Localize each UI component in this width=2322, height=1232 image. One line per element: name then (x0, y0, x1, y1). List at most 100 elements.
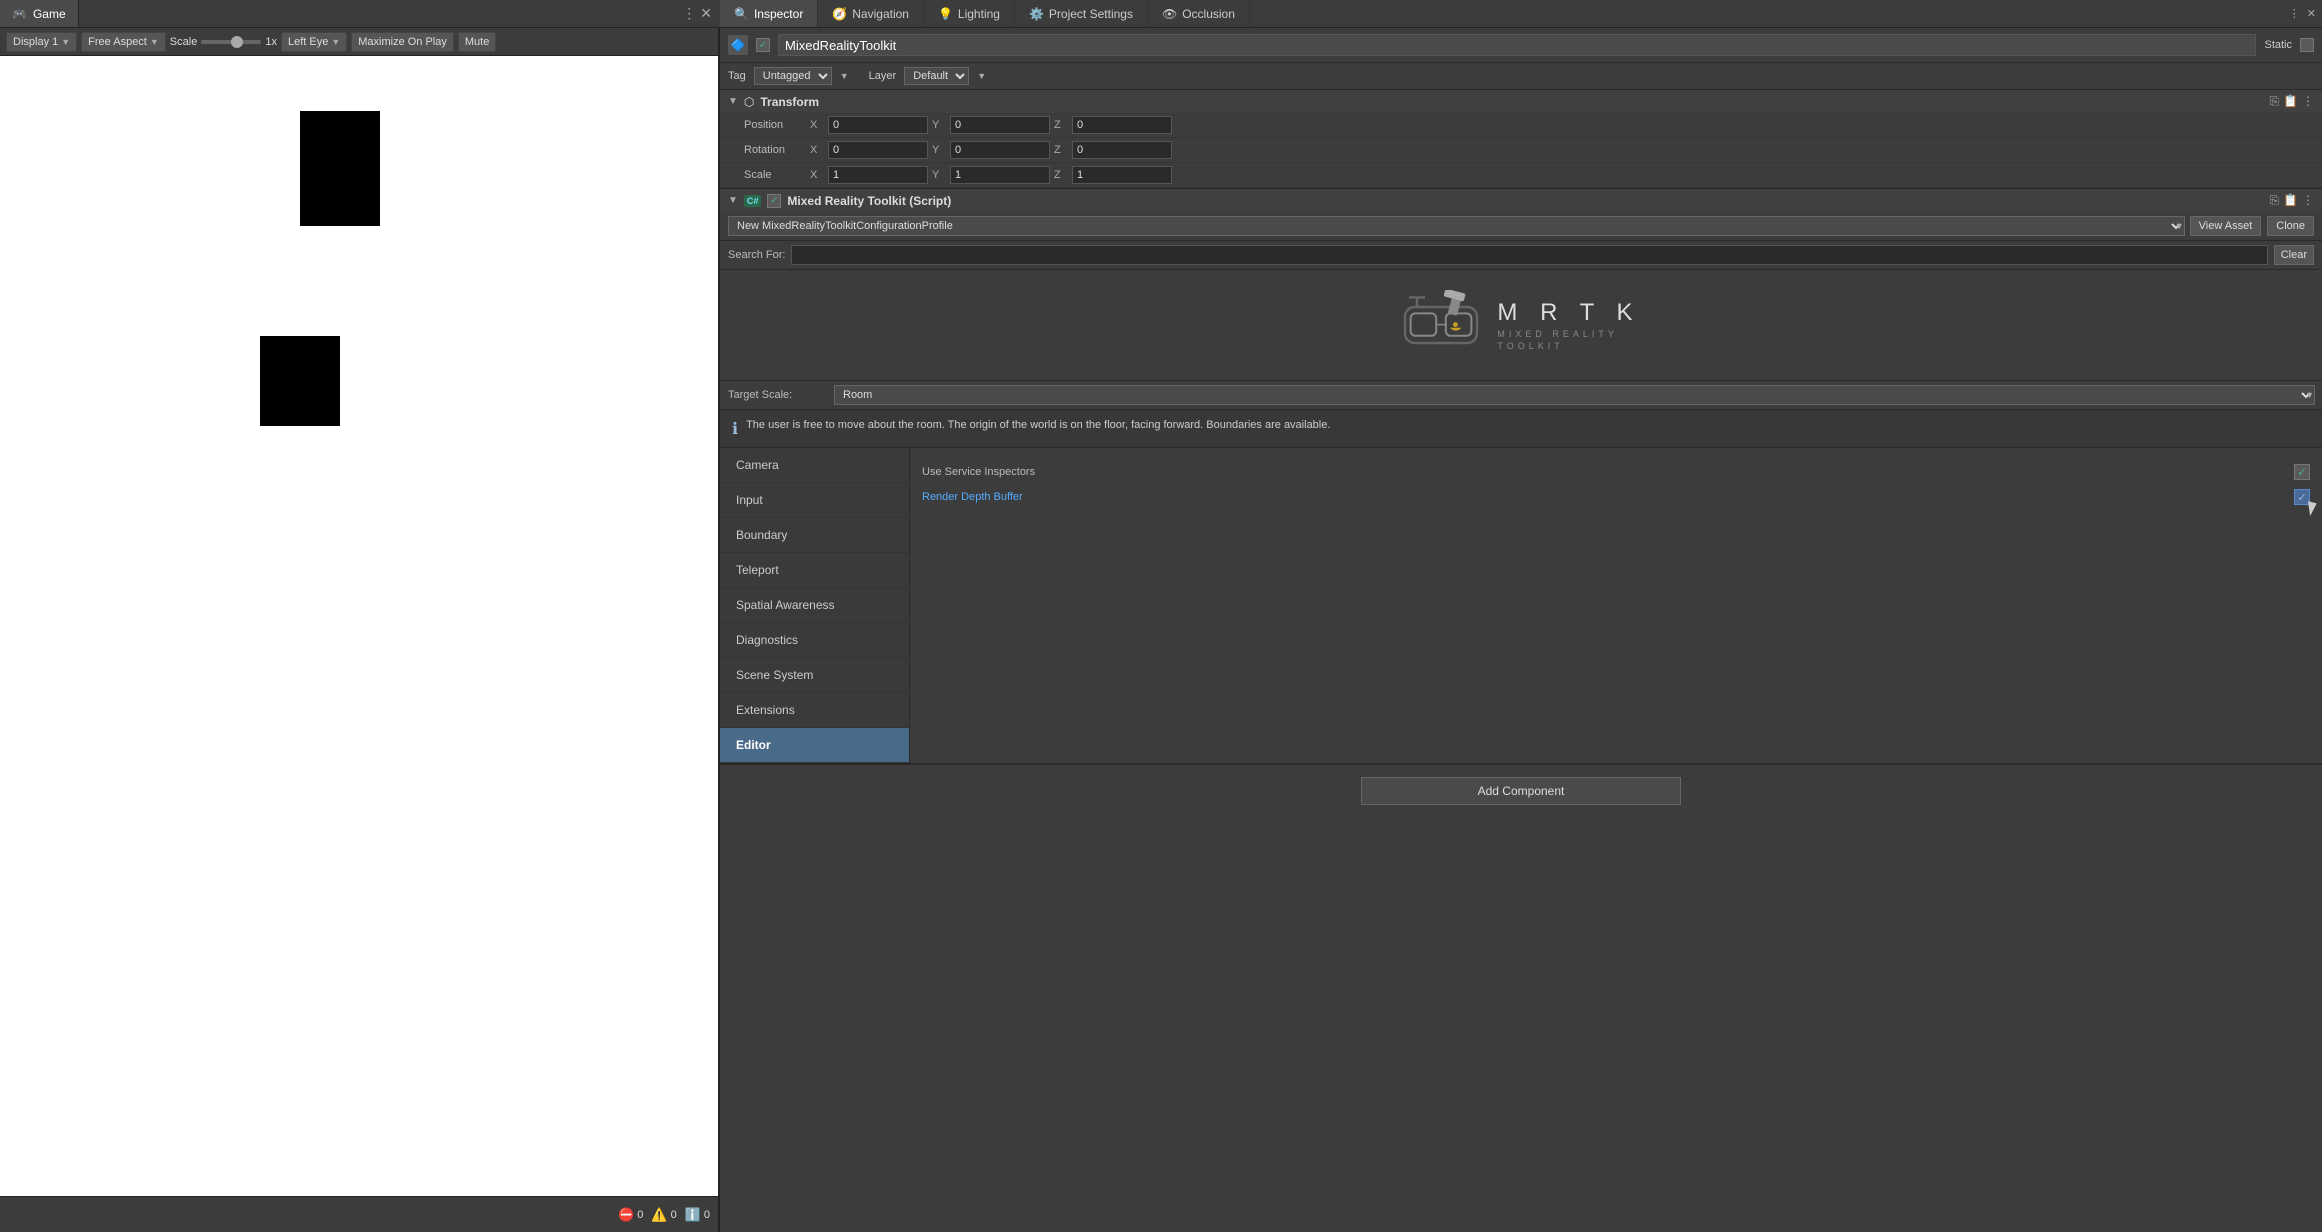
scale-field-label: Scale (744, 169, 804, 181)
warning-badge: ⚠️ 0 (651, 1207, 676, 1223)
static-checkbox[interactable] (2300, 38, 2314, 52)
transform-header[interactable]: ▼ ⬡ Transform ⎘ 📋 ⋮ (720, 90, 2322, 113)
pos-z-input[interactable] (1072, 116, 1172, 134)
transform-title: Transform (760, 95, 2263, 109)
transform-menu-icon[interactable]: ⋮ (2302, 94, 2314, 109)
inspector-panel-close[interactable]: ✕ (2307, 7, 2316, 20)
pos-z-label: Z (1054, 119, 1068, 131)
target-scale-selector[interactable]: Room (834, 385, 2315, 405)
scale-container: Scale 1x (170, 36, 277, 48)
lighting-icon: 💡 (938, 7, 953, 21)
display-arrow: ▼ (61, 37, 70, 47)
service-input[interactable]: Input (720, 483, 909, 518)
scale-x-label: X (810, 169, 824, 181)
maximize-on-play[interactable]: Maximize On Play (351, 32, 454, 52)
tab-lighting[interactable]: 💡 Lighting (924, 0, 1015, 27)
mute-button[interactable]: Mute (458, 32, 496, 52)
target-scale-label: Target Scale: (728, 389, 828, 401)
game-panel-menu[interactable]: ⋮ (682, 5, 696, 22)
tab-navigation[interactable]: 🧭 Navigation (818, 0, 924, 27)
game-canvas (0, 56, 718, 1196)
scale-slider[interactable] (201, 40, 261, 44)
script-header[interactable]: ▼ C# ✓ Mixed Reality Toolkit (Script) ⎘ … (720, 189, 2322, 212)
game-object-2 (260, 336, 340, 426)
tab-occlusion[interactable]: 👁 Occlusion (1148, 0, 1250, 27)
tab-inspector-label: Inspector (754, 7, 803, 21)
scale-z-label: Z (1054, 169, 1068, 181)
warning-count: 0 (671, 1209, 677, 1221)
aspect-selector[interactable]: Free Aspect ▼ (81, 32, 166, 52)
pos-x-input[interactable] (828, 116, 928, 134)
service-camera[interactable]: Camera (720, 448, 909, 483)
tag-selector[interactable]: Untagged (754, 67, 832, 85)
transform-icon: ⬡ (744, 95, 754, 109)
mrtk-logo-area: M R T K MIXED REALITY TOOLKIT (720, 270, 2322, 381)
display-selector[interactable]: Display 1 ▼ (6, 32, 77, 52)
rot-x-input[interactable] (828, 141, 928, 159)
target-scale-row: Target Scale: Room ▼ (720, 381, 2322, 410)
inspector-header: 🔷 ✓ Static (720, 28, 2322, 63)
object-enabled-checkbox[interactable]: ✓ (756, 38, 770, 52)
service-spatial-awareness[interactable]: Spatial Awareness (720, 588, 909, 623)
use-service-checkbox[interactable] (2294, 464, 2310, 480)
script-copy-icon[interactable]: ⎘ (2269, 193, 2279, 208)
tab-game[interactable]: 🎮 Game (0, 0, 79, 27)
clone-button[interactable]: Clone (2267, 216, 2314, 236)
profile-selector[interactable]: New MixedRealityToolkitConfigurationProf… (728, 216, 2185, 236)
scale-y-input[interactable] (950, 166, 1050, 184)
service-diagnostics[interactable]: Diagnostics (720, 623, 909, 658)
tab-project-settings-label: Project Settings (1049, 7, 1133, 21)
tab-game-label: Game (33, 7, 66, 21)
transform-paste-icon[interactable]: 📋 (2283, 94, 2298, 109)
game-object-1 (300, 111, 380, 226)
use-service-label: Use Service Inspectors (922, 466, 2286, 478)
transform-arrow: ▼ (728, 96, 738, 107)
use-service-row: Use Service Inspectors (922, 460, 2310, 485)
rot-y-label: Y (932, 144, 946, 156)
service-boundary[interactable]: Boundary (720, 518, 909, 553)
scale-z-input[interactable] (1072, 166, 1172, 184)
info-icon: ℹ️ (685, 1207, 701, 1223)
render-depth-checkbox[interactable]: ✓ (2294, 489, 2310, 505)
inspector-panel-menu[interactable]: ⋮ (2289, 7, 2300, 20)
mrtk-text: M R T K MIXED REALITY TOOLKIT (1497, 299, 1640, 351)
service-editor[interactable]: Editor (720, 728, 909, 763)
script-menu-icon[interactable]: ⋮ (2302, 193, 2314, 208)
tab-inspector[interactable]: 🔍 Inspector (720, 0, 818, 27)
render-depth-label[interactable]: Render Depth Buffer (922, 491, 2286, 503)
scale-label: Scale (170, 36, 198, 48)
scale-y-label: Y (932, 169, 946, 181)
scale-x-input[interactable] (828, 166, 928, 184)
service-extensions[interactable]: Extensions (720, 693, 909, 728)
tab-occlusion-label: Occlusion (1182, 7, 1235, 21)
tab-project-settings[interactable]: ⚙️ Project Settings (1015, 0, 1148, 27)
object-name-field[interactable] (778, 34, 2256, 56)
search-row: Search For: Clear (720, 241, 2322, 270)
maximize-label: Maximize On Play (358, 36, 447, 48)
layer-selector[interactable]: Default (904, 67, 969, 85)
info-box: ℹ The user is free to move about the roo… (720, 410, 2322, 448)
add-component-button[interactable]: Add Component (1361, 777, 1681, 805)
script-enabled-checkbox[interactable]: ✓ (767, 194, 781, 208)
search-input[interactable] (791, 245, 2267, 265)
object-icon: 🔷 (728, 35, 748, 55)
settings-icon: ⚙️ (1029, 7, 1044, 21)
rot-z-input[interactable] (1072, 141, 1172, 159)
mrtk-subtitle-1: MIXED REALITY (1497, 329, 1640, 339)
tag-layer-row: Tag Untagged ▼ Layer Default ▼ (720, 63, 2322, 90)
view-asset-button[interactable]: View Asset (2190, 216, 2262, 236)
mrtk-script-component: ▼ C# ✓ Mixed Reality Toolkit (Script) ⎘ … (720, 189, 2322, 765)
pos-y-input[interactable] (950, 116, 1050, 134)
transform-copy-icon[interactable]: ⎘ (2269, 94, 2279, 109)
layer-dropdown-icon: ▼ (977, 71, 986, 81)
clear-button[interactable]: Clear (2274, 245, 2314, 265)
pos-x-label: X (810, 119, 824, 131)
rot-y-input[interactable] (950, 141, 1050, 159)
script-paste-icon[interactable]: 📋 (2283, 193, 2298, 208)
service-scene-system[interactable]: Scene System (720, 658, 909, 693)
eye-selector[interactable]: Left Eye ▼ (281, 32, 347, 52)
service-teleport[interactable]: Teleport (720, 553, 909, 588)
profile-row: New MixedRealityToolkitConfigurationProf… (720, 212, 2322, 241)
eye-label: Left Eye (288, 36, 328, 48)
game-panel-close[interactable]: ✕ (700, 5, 712, 22)
